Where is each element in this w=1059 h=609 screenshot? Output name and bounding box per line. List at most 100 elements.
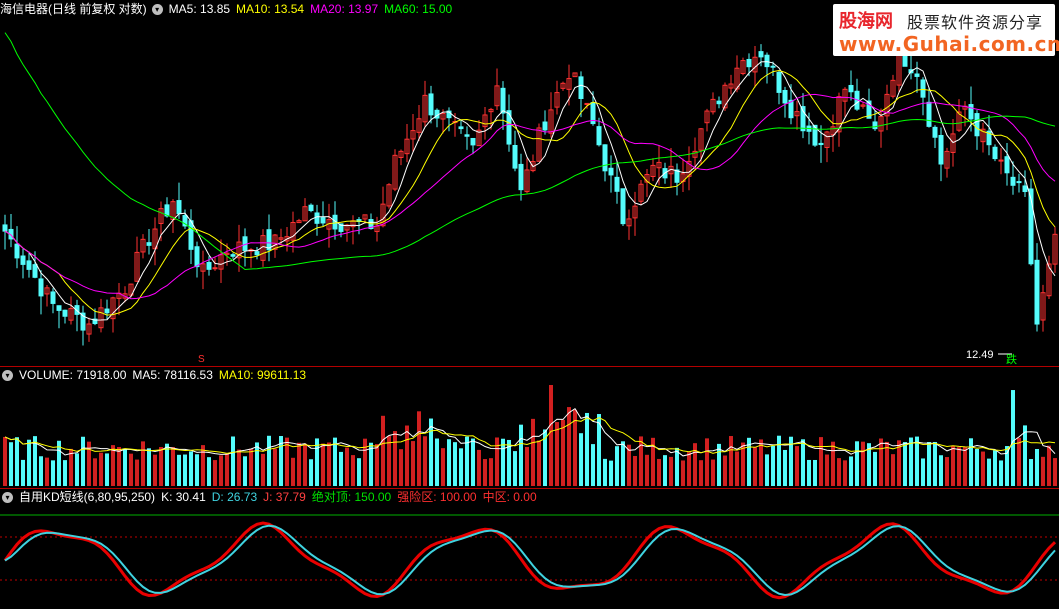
candle-body [470, 137, 476, 146]
candle-body [320, 217, 326, 224]
candle-body [926, 101, 932, 127]
volume-bar [387, 436, 391, 486]
volume-bar [237, 449, 241, 486]
volume-bar [927, 441, 931, 486]
candle-body [542, 121, 548, 131]
candle-body [206, 261, 212, 270]
candle-body [674, 169, 680, 183]
candle-body [920, 79, 926, 98]
volume-bar [921, 458, 925, 486]
volume-bar [123, 448, 127, 486]
volume-bar [861, 441, 865, 486]
volume-bar [1017, 437, 1021, 486]
volume-bar [657, 458, 661, 486]
volume-bar [45, 457, 49, 486]
candle-body [770, 65, 776, 68]
volume-bar [513, 451, 517, 486]
candle-body [1034, 259, 1040, 325]
candle-body [14, 243, 20, 259]
volume-bar [399, 449, 403, 486]
d-label: D: 26.73 [211, 490, 258, 504]
candle-body [188, 220, 194, 250]
volume-bar [39, 456, 43, 486]
volume-bar [963, 446, 967, 486]
volume-bar [357, 458, 361, 486]
volume-bar [345, 447, 349, 486]
volume-bar [75, 453, 79, 486]
volume-bar [633, 455, 637, 486]
candle-body [1004, 156, 1010, 174]
volume-bar [339, 451, 343, 486]
ma10-label: MA10: 13.54 [236, 2, 305, 16]
volume-bar [615, 446, 619, 486]
volume-bar [141, 441, 145, 486]
volume-bar [471, 438, 475, 486]
dropdown-icon[interactable]: ▾ [2, 369, 13, 381]
candle-body [602, 144, 608, 172]
volume-bar [981, 451, 985, 486]
volume-bar [171, 447, 175, 486]
volume-bar [525, 446, 529, 486]
candle-body [578, 76, 584, 99]
volume-bar [825, 454, 829, 486]
volume-bar [717, 443, 721, 486]
volume-bar [363, 438, 367, 486]
dropdown-icon[interactable]: ▾ [2, 491, 13, 503]
volume-bar [3, 436, 7, 486]
volume-bar [111, 445, 115, 486]
volume-bar [693, 443, 697, 486]
volume-bar [447, 439, 451, 486]
volume-bar [591, 444, 595, 486]
volume-bar [9, 442, 13, 486]
watermark-logo: 股海网 [839, 11, 893, 32]
candle-body [614, 176, 620, 192]
volume-bar [309, 459, 313, 486]
volume-bar [891, 454, 895, 486]
volume-bar [15, 437, 19, 486]
volume-bar [795, 446, 799, 486]
volume-bar [933, 441, 937, 486]
j-label: J: 37.79 [263, 490, 306, 504]
candle-body [938, 134, 944, 165]
volume-bar [453, 442, 457, 486]
volume-bar [849, 456, 853, 486]
volume-bar [723, 455, 727, 486]
candle-body [992, 146, 998, 160]
volume-bar [1029, 459, 1033, 486]
volume-bar [843, 460, 847, 486]
volume-bar [483, 459, 487, 486]
volume-bar [231, 436, 235, 486]
volume-bar [405, 425, 409, 486]
volume-bar [837, 458, 841, 486]
volume-bar [939, 455, 943, 486]
dropdown-icon[interactable]: ▾ [151, 3, 163, 15]
candle-body [428, 93, 434, 116]
volume-bar [1053, 458, 1057, 486]
volume-bar [975, 449, 979, 486]
volume-bar [501, 438, 505, 486]
volume-bar [81, 436, 85, 486]
volume-bar [417, 411, 421, 486]
candle-body [500, 87, 506, 114]
candle-body [254, 251, 260, 256]
volume-bar [549, 385, 553, 486]
candle-body [872, 121, 878, 130]
top-label: 绝对顶: 150.00 [311, 490, 392, 504]
candle-body [974, 113, 980, 137]
volume-bar [393, 431, 397, 486]
volume-bar [879, 438, 883, 486]
volume-bar [555, 422, 559, 486]
stock-chart[interactable]: 12.49 跌 S [0, 0, 1059, 609]
volume-bar [675, 447, 679, 486]
candle-body [314, 212, 320, 224]
volume-bar [711, 459, 715, 486]
candle-body [776, 71, 782, 93]
volume-bar [129, 453, 133, 486]
volume-bar [705, 438, 709, 486]
candle-body [968, 104, 974, 120]
volume-bar [885, 441, 889, 486]
volume-bar [195, 454, 199, 486]
candle-body [194, 246, 200, 268]
volume-bar [135, 459, 139, 486]
candle-body [56, 305, 62, 311]
